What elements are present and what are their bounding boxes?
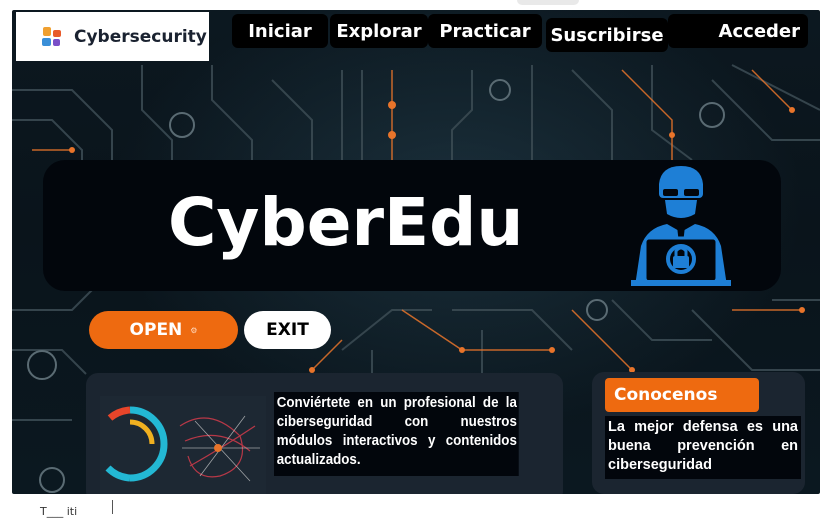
- logo[interactable]: Cybersecurity: [16, 12, 209, 61]
- website-frame: Cybersecurity Iniciar Explorar Practicar…: [12, 10, 820, 494]
- scrollbar-hint: [517, 0, 579, 5]
- open-button[interactable]: OPEN ⚙: [89, 311, 238, 349]
- nav-item-practicar[interactable]: Practicar: [428, 14, 542, 48]
- nav-item-suscribirse[interactable]: Suscribirse: [546, 18, 668, 52]
- below-frame-text: T___ iti: [40, 505, 78, 518]
- hero-banner: CyberEdu: [43, 160, 781, 291]
- exit-button[interactable]: EXIT: [244, 311, 331, 349]
- open-button-label: OPEN: [129, 320, 183, 340]
- conocenos-button[interactable]: Conocenos: [605, 378, 759, 412]
- text-cursor: [112, 500, 113, 514]
- nav-item-acceder[interactable]: Acceder: [668, 14, 808, 48]
- hacker-illustration-icon: [631, 166, 731, 286]
- logo-icon: [42, 26, 61, 46]
- nav-item-iniciar[interactable]: Iniciar: [232, 14, 328, 48]
- feature-description: Conviértete en un profesional de la cibe…: [274, 392, 519, 476]
- nav-item-explorar[interactable]: Explorar: [330, 14, 428, 48]
- gear-icon: ⚙: [190, 325, 198, 335]
- dashboard-image: [100, 396, 266, 494]
- hero-title: CyberEdu: [168, 184, 524, 261]
- logo-text: Cybersecurity: [74, 26, 207, 47]
- about-description: La mejor defensa es una buena prevención…: [605, 416, 801, 479]
